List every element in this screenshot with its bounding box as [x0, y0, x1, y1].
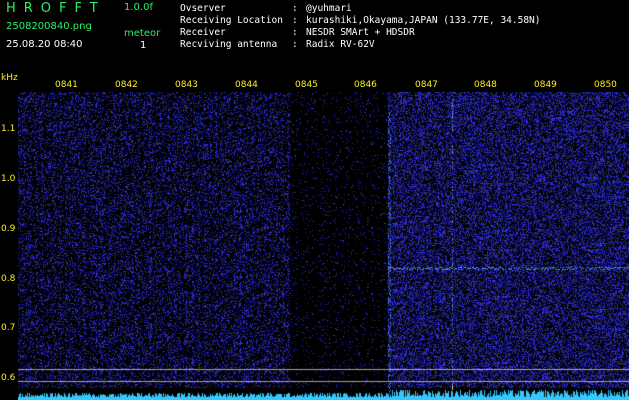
freq-tick-label: 1.0 — [1, 174, 16, 184]
time-tick-label: 0847 — [415, 80, 438, 90]
info-label: Receiver — [180, 27, 226, 38]
time-tick-label: 0845 — [295, 80, 318, 90]
info-separator: : — [292, 39, 298, 50]
hrofft-window: HROFFT 1.0.0f 2508200840.png 25.08.20 08… — [0, 0, 629, 400]
info-label: Recviving antenna — [180, 39, 278, 50]
time-tick-label: 0844 — [235, 80, 258, 90]
time-tick-label: 0842 — [115, 80, 138, 90]
info-value: Radix RV-62V — [306, 39, 375, 50]
capture-timestamp: 25.08.20 08:40 — [6, 39, 83, 50]
freq-tick-label: 0.6 — [1, 373, 16, 383]
spectrogram-canvas — [18, 92, 629, 400]
mode-label: meteor — [124, 28, 161, 39]
time-tick-label: 0846 — [354, 80, 377, 90]
info-separator: : — [292, 3, 298, 14]
meteor-count: 1 — [140, 40, 147, 51]
info-value: @yuhmari — [306, 3, 352, 14]
time-tick-label: 0841 — [55, 80, 78, 90]
info-value: NESDR SMArt + HDSDR — [306, 27, 415, 38]
freq-tick-label: 1.1 — [1, 124, 16, 134]
freq-tick-label: 0.9 — [1, 224, 16, 234]
time-tick-label: 0849 — [534, 80, 557, 90]
info-row-antenna: Recviving antenna: Radix RV-62V — [180, 39, 375, 50]
file-name: 2508200840.png — [6, 21, 92, 32]
frequency-unit-label: kHz — [1, 73, 18, 83]
info-separator: : — [292, 15, 298, 26]
freq-tick-label: 0.8 — [1, 274, 16, 284]
info-label: Ovserver — [180, 3, 226, 14]
time-tick-label: 0843 — [175, 80, 198, 90]
info-row-observer: Ovserver: @yuhmari — [180, 3, 352, 14]
info-label: Receiving Location — [180, 15, 283, 26]
info-row-location: Receiving Location: kurashiki,Okayama,JAP… — [180, 15, 541, 26]
app-version: 1.0.0f — [124, 2, 153, 13]
info-separator: : — [292, 27, 298, 38]
time-tick-label: 0848 — [474, 80, 497, 90]
freq-tick-label: 0.7 — [1, 323, 16, 333]
info-row-receiver: Receiver: NESDR SMArt + HDSDR — [180, 27, 415, 38]
time-tick-label: 0850 — [594, 80, 617, 90]
app-title: HROFFT — [6, 1, 106, 16]
info-value: kurashiki,Okayama,JAPAN (133.77E, 34.58N… — [306, 15, 541, 26]
